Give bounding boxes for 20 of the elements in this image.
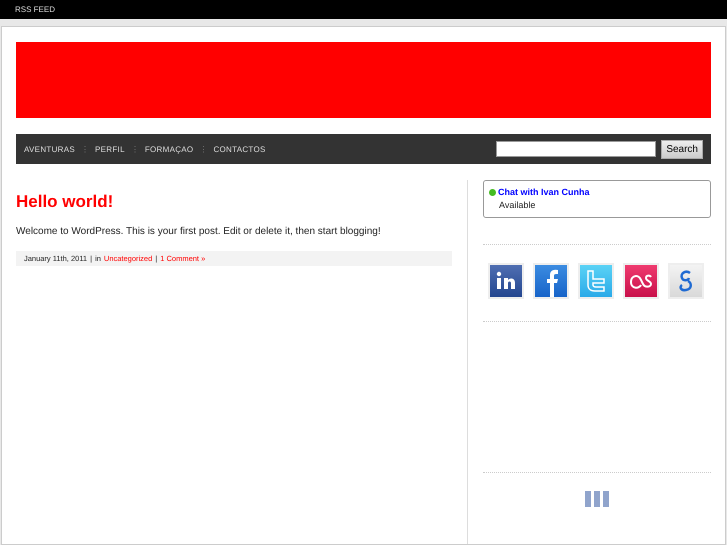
menu-separator: ⋮ bbox=[199, 144, 208, 154]
menu-item[interactable]: FORMAÇAO bbox=[144, 144, 194, 154]
search-field[interactable] bbox=[496, 141, 656, 157]
menu-item[interactable]: AVENTURAS bbox=[24, 144, 76, 154]
chat-link[interactable]: Chat with Ivan Cunha bbox=[498, 187, 590, 197]
twitter-icon[interactable] bbox=[578, 263, 614, 299]
menu-separator: ⋮ bbox=[130, 144, 139, 154]
post-body: Welcome to WordPress. This is your first post. Edit or delete it, then start blogging! bbox=[16, 226, 382, 237]
menu-separator: ⋮ bbox=[81, 144, 90, 154]
rss-feed-link[interactable]: RSS FEED bbox=[15, 5, 56, 14]
menu-item[interactable]: CONTACTOS bbox=[213, 144, 266, 154]
menu-item[interactable]: PERFIL bbox=[95, 144, 125, 154]
loading-icon bbox=[585, 491, 609, 507]
linkedin-icon[interactable] bbox=[488, 263, 524, 299]
facebook-icon[interactable] bbox=[533, 263, 569, 299]
lastfm-icon[interactable] bbox=[623, 263, 659, 299]
search-button[interactable]: Search bbox=[661, 140, 703, 158]
post-title[interactable]: Hello world! bbox=[16, 192, 452, 212]
google-icon[interactable] bbox=[668, 263, 704, 299]
chat-status: Available bbox=[499, 200, 536, 210]
